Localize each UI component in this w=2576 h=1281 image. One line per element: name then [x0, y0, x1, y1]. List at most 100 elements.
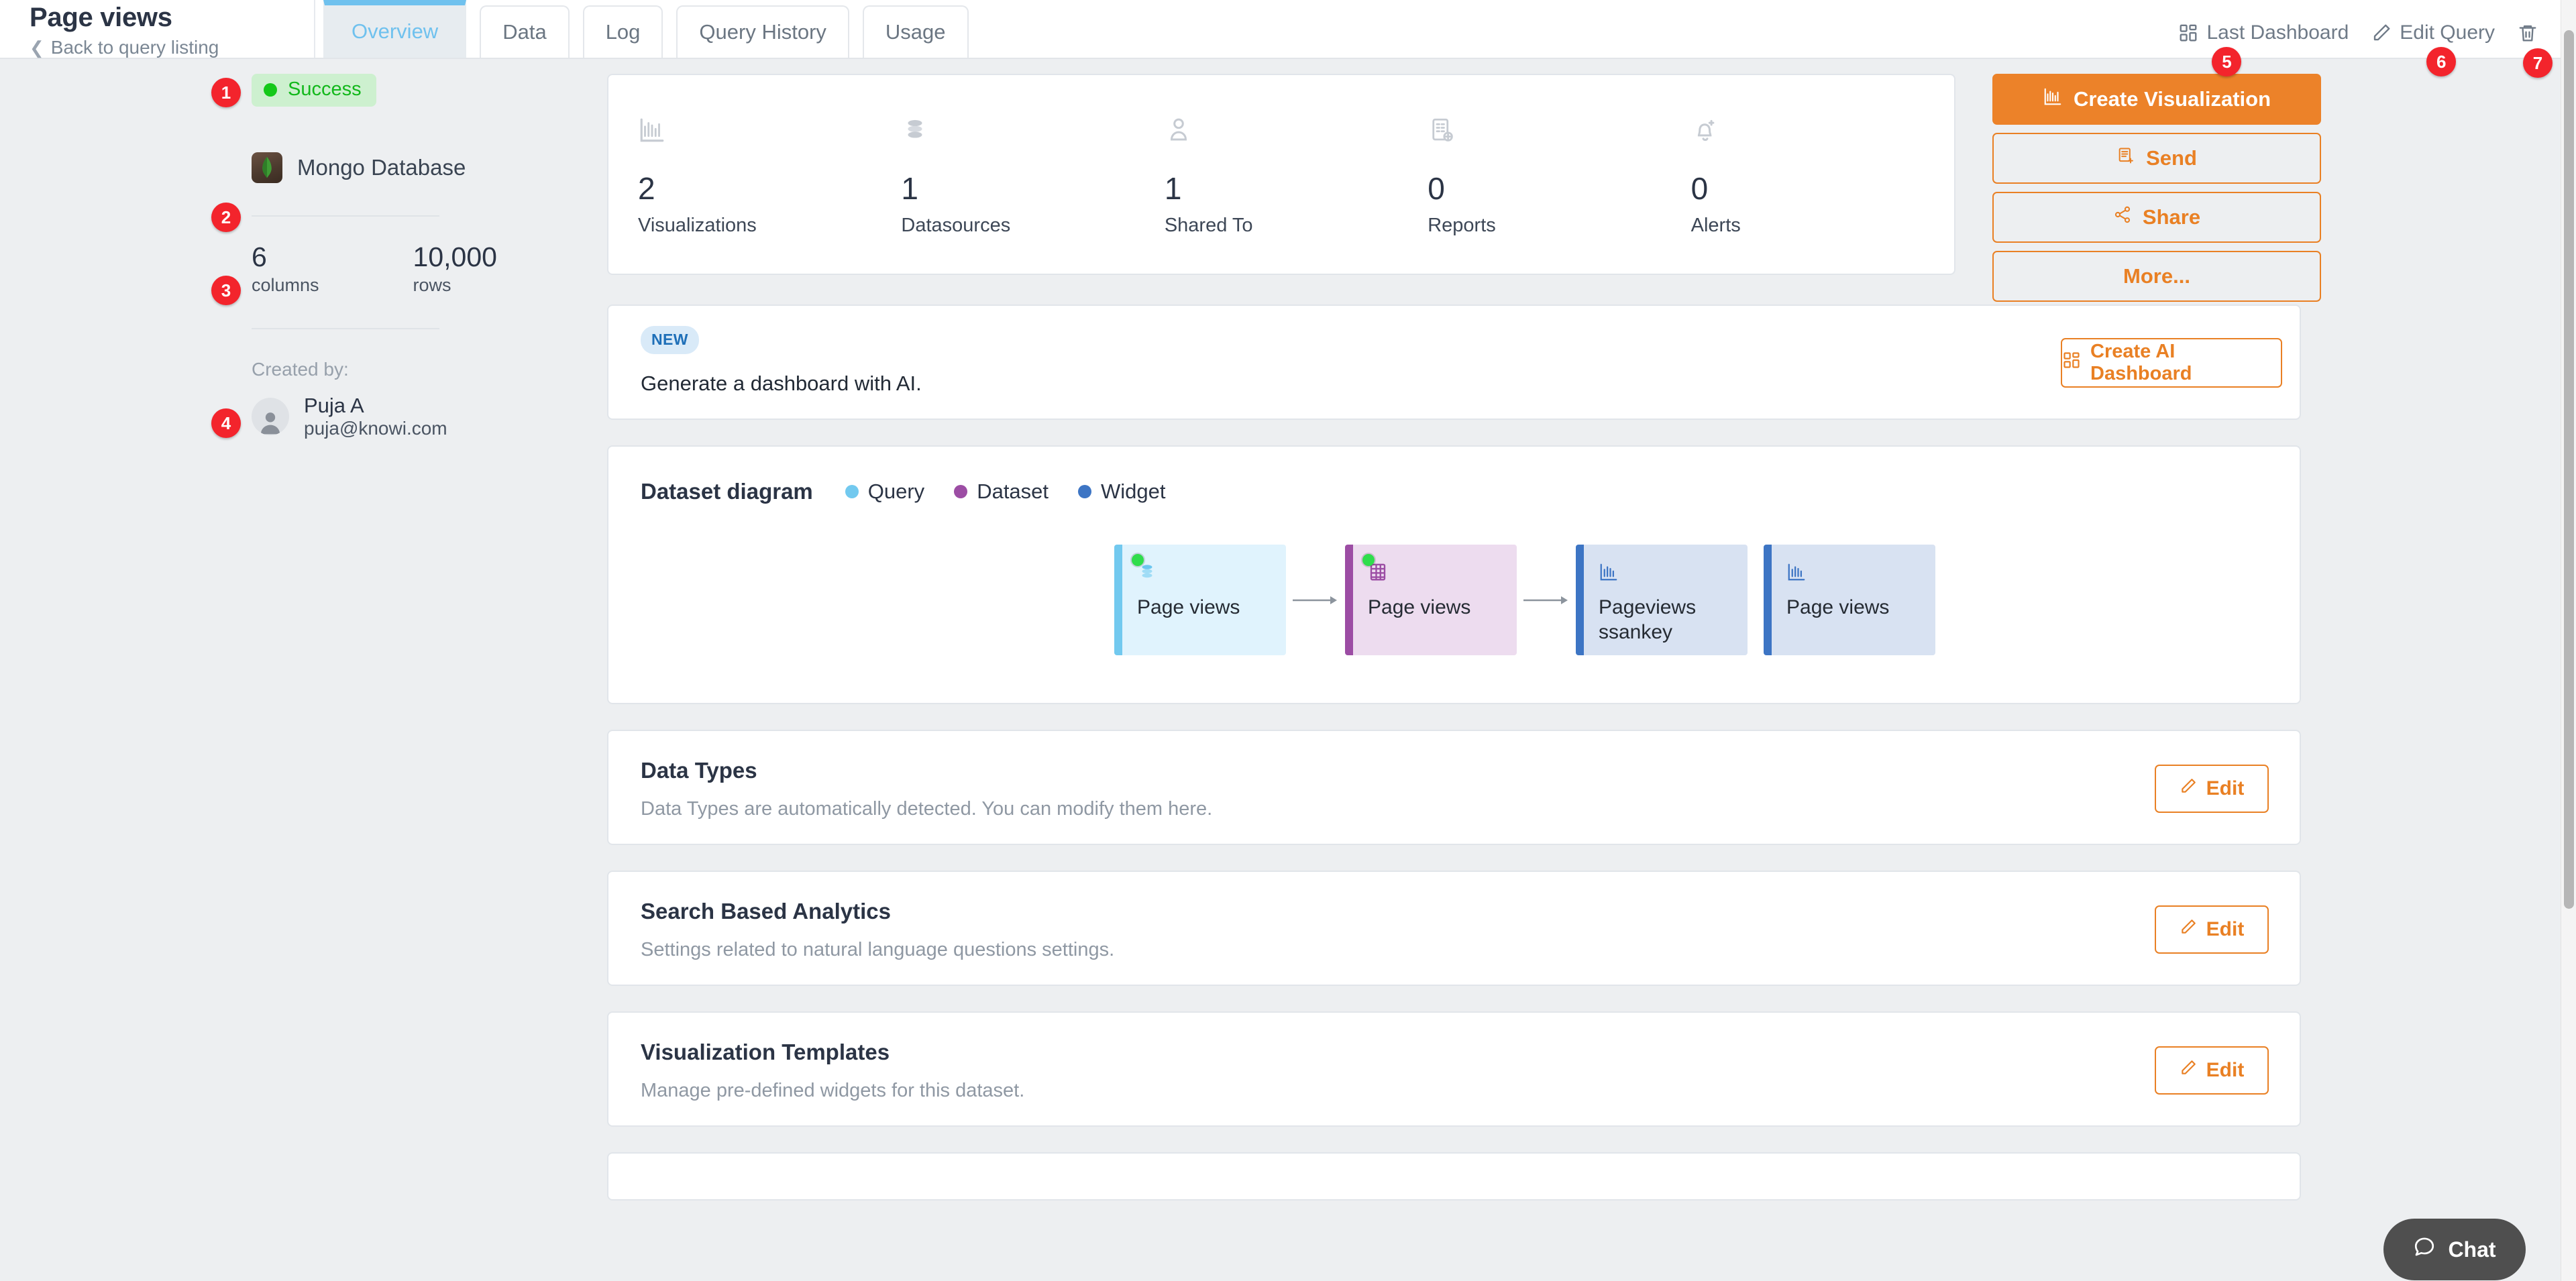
stat-visualizations-label: Visualizations [638, 215, 757, 236]
tab-log-label: Log [605, 20, 641, 44]
ai-dashboard-banner: NEW Generate a dashboard with AI. Create… [607, 304, 2301, 420]
pencil-icon [2180, 1059, 2197, 1082]
flow-node-widget-sankey[interactable]: Pageviews ssankey [1576, 545, 1748, 655]
new-badge: NEW [641, 326, 699, 354]
stats-card: 2 Visualizations 1 Datasources 1 Shared … [607, 74, 1955, 275]
ai-banner-text: Generate a dashboard with AI. [641, 372, 922, 395]
stat-datasources-label: Datasources [901, 215, 1011, 236]
summary-row: 2 Visualizations 1 Datasources 1 Shared … [607, 74, 2338, 302]
tab-overview-label: Overview [352, 19, 439, 43]
pencil-icon [2180, 918, 2197, 941]
edit-query-button[interactable]: Edit Query 6 [2371, 21, 2495, 76]
stat-reports-value: 0 [1428, 171, 1445, 206]
creator-name: Puja A [304, 394, 364, 417]
chevron-left-icon: ❮ [30, 38, 44, 58]
bar-chart-icon [638, 111, 901, 149]
legend-item-query: Query [845, 480, 924, 504]
top-bar: Page views ❮ Back to query listing Overv… [0, 0, 2561, 78]
legend-label-dataset: Dataset [977, 480, 1049, 503]
delete-button[interactable]: 7 [2518, 23, 2553, 78]
section-data-types: Data Types Data Types are automatically … [607, 730, 2301, 845]
section-data-types-title: Data Types [641, 758, 757, 783]
creator-row: 4 Puja A puja@knowi.com [0, 394, 604, 439]
section-search-based-analytics-title: Search Based Analytics [641, 899, 891, 924]
stat-visualizations-value: 2 [638, 171, 655, 206]
edit-visualization-templates-button[interactable]: Edit [2155, 1046, 2269, 1095]
edit-data-types-button[interactable]: Edit [2155, 765, 2269, 813]
share-label: Share [2142, 205, 2201, 229]
page-scrollbar[interactable] [2561, 0, 2576, 1281]
status-label: Success [288, 78, 362, 100]
tab-data[interactable]: Data [480, 5, 570, 58]
section-visualization-templates-title: Visualization Templates [641, 1040, 890, 1064]
send-label: Send [2146, 146, 2197, 170]
send-report-icon [2116, 146, 2135, 170]
actions-panel: Create Visualization Send Share More... [1992, 74, 2321, 310]
chat-button[interactable]: Chat [2383, 1219, 2526, 1280]
flow-arrow-2-icon [1517, 593, 1576, 608]
tab-usage[interactable]: Usage [862, 5, 969, 58]
creator-email: puja@knowi.com [304, 417, 447, 439]
share-nodes-icon [2113, 205, 2132, 229]
edit-query-label: Edit Query [2400, 21, 2495, 44]
chat-label: Chat [2448, 1237, 2496, 1262]
more-button[interactable]: More... [1992, 251, 2321, 302]
rows-count-label: rows [413, 275, 451, 295]
tab-query-history-label: Query History [699, 20, 826, 44]
flow-node-widget-pageviews[interactable]: Page views [1764, 545, 1935, 655]
rows-count: 10,000 rows [413, 243, 497, 296]
callout-badge-7: 7 [2523, 48, 2553, 78]
stat-shared-to-label: Shared To [1164, 215, 1253, 236]
live-status-dot-icon [1132, 554, 1144, 566]
last-dashboard-label: Last Dashboard [2206, 21, 2349, 44]
callout-badge-2: 2 [211, 203, 241, 232]
creator-info: Puja A puja@knowi.com [304, 394, 447, 439]
tab-overview[interactable]: Overview [323, 0, 467, 58]
last-dashboard-button[interactable]: Last Dashboard 5 [2178, 21, 2349, 76]
edit-search-based-analytics-button[interactable]: Edit [2155, 905, 2269, 954]
bar-chart-icon [1599, 558, 1748, 586]
trash-icon [2518, 23, 2538, 43]
columns-count: 6 columns [252, 243, 319, 296]
dashboard-grid-icon [2178, 23, 2198, 43]
page-scrollbar-thumb[interactable] [2564, 30, 2574, 909]
pencil-icon [2371, 23, 2392, 43]
stat-datasources-value: 1 [901, 171, 918, 206]
flow-node-query[interactable]: Page views [1114, 545, 1286, 655]
rows-count-value: 10,000 [413, 241, 497, 272]
flow-arrow-1-icon [1286, 593, 1345, 608]
callout-badge-6: 6 [2426, 47, 2457, 76]
back-to-query-listing-link[interactable]: ❮ Back to query listing [30, 37, 314, 58]
columns-count-value: 6 [252, 241, 267, 272]
flow-node-widget-pageviews-label: Page views [1786, 596, 1890, 618]
counts-row: 3 6 columns 10,000 rows [0, 243, 604, 305]
callout-badge-3: 3 [211, 276, 241, 305]
share-button[interactable]: Share [1992, 192, 2321, 243]
chat-bubble-icon [2413, 1235, 2436, 1264]
legend-dot-query-icon [845, 485, 859, 498]
sidebar-divider-1 [252, 215, 439, 217]
create-ai-dashboard-button[interactable]: Create AI Dashboard [2061, 338, 2282, 388]
send-button[interactable]: Send [1992, 133, 2321, 184]
callout-badge-1: 1 [211, 78, 241, 107]
dataset-diagram-title: Dataset diagram [641, 479, 813, 504]
flow-node-dataset[interactable]: Page views [1345, 545, 1517, 655]
bar-chart-icon [2043, 87, 2063, 112]
stat-shared-to-value: 1 [1164, 171, 1182, 206]
dataset-sidebar: 1 Success 2 Mongo Database 3 6 columns 1… [0, 74, 604, 439]
edit-data-types-label: Edit [2206, 777, 2245, 799]
flow-node-dataset-label: Page views [1368, 596, 1471, 618]
section-search-based-analytics: Search Based Analytics Settings related … [607, 871, 2301, 986]
legend-item-dataset: Dataset [954, 480, 1049, 504]
create-visualization-button[interactable]: Create Visualization [1992, 74, 2321, 125]
tab-log[interactable]: Log [582, 5, 663, 58]
sidebar-divider-2 [252, 328, 439, 329]
stat-alerts-label: Alerts [1690, 215, 1741, 236]
section-visualization-templates-desc: Manage pre-defined widgets for this data… [641, 1080, 1025, 1101]
database-name: Mongo Database [297, 155, 466, 180]
tab-query-history[interactable]: Query History [676, 5, 849, 58]
stat-alerts-value: 0 [1690, 171, 1709, 206]
section-search-based-analytics-desc: Settings related to natural language que… [641, 939, 1115, 960]
avatar [252, 397, 289, 435]
edit-search-based-analytics-label: Edit [2206, 918, 2245, 940]
